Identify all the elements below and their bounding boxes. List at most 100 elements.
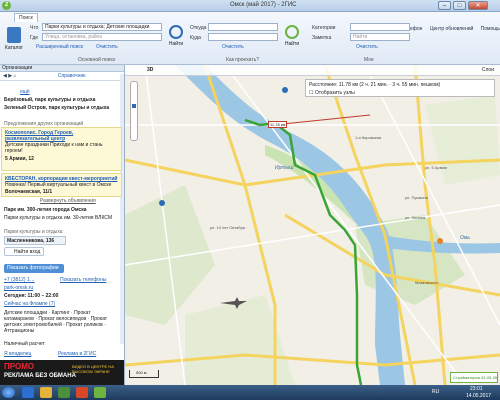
title-bar: 2 Омск (май 2017) - 2ГИС – □ ✕ xyxy=(0,0,500,12)
categories-input[interactable] xyxy=(350,23,410,31)
promo1-address: 5 Армии, 12 xyxy=(5,156,34,162)
back-arrow-icon[interactable]: ◀ ▶ ⌂ xyxy=(3,73,17,79)
panel-toolbar: ◀ ▶ ⌂ Справочник xyxy=(0,72,124,81)
help-link[interactable]: Помощь xyxy=(481,26,500,32)
result-title-1[interactable]: Берёзовый, парк культуры и отдыха xyxy=(4,97,95,103)
find-entrance-label: Найти вход xyxy=(14,249,41,255)
show-nodes-label: Отобразить узлы xyxy=(314,90,355,96)
where-label: Где xyxy=(30,35,39,41)
ad-brand: ПРОМО xyxy=(4,362,35,371)
address-box[interactable]: Масленникова, 136 xyxy=(4,236,66,245)
ruler-label: 11.78 км xyxy=(268,121,288,128)
start-button-icon[interactable] xyxy=(2,387,15,398)
phone-link[interactable]: +7 (3812) 1… xyxy=(4,277,35,283)
find-entrance-button[interactable]: Найти вход xyxy=(4,247,44,256)
map-ad-text: Стройматерия 43-05-35 xyxy=(453,375,498,380)
clear-search-link[interactable]: Очистить xyxy=(96,44,118,50)
directory-link[interactable]: Справочник xyxy=(58,73,86,79)
layers-button[interactable]: Слои xyxy=(482,67,494,73)
expand-ads-link[interactable]: Развернуть объявления xyxy=(40,198,96,204)
find-route-button[interactable]: Найти xyxy=(282,23,302,53)
street-label: 1-я Кировская xyxy=(355,135,382,140)
features-text: Детские площадки · Картинг · Прокат ката… xyxy=(4,310,108,334)
show-nodes-checkbox[interactable]: ☐ Отобразить узлы xyxy=(309,90,355,96)
search-icon xyxy=(169,25,183,39)
catalog-button[interactable]: Каталог xyxy=(3,25,25,61)
language-indicator[interactable]: RU xyxy=(432,389,439,395)
river-label: Омь xyxy=(460,235,470,241)
scale-bar: 500 м xyxy=(129,370,159,378)
ad-banner[interactable]: ПРОМО РЕКЛАМА БЕЗ ОБМАНА ВИДЕО В ЦЕНТРЕ … xyxy=(0,360,124,385)
site-link[interactable]: park-omsk.ru xyxy=(4,285,33,291)
panel-header: Организации xyxy=(0,65,124,72)
maximize-button[interactable]: □ xyxy=(453,1,466,10)
results-panel: Организации ◀ ▶ ⌂ Справочник ещё Берёзов… xyxy=(0,65,125,385)
folder-icon[interactable] xyxy=(40,387,52,398)
map-3d-toggle[interactable]: 3D xyxy=(147,67,153,73)
map-canvas[interactable] xyxy=(125,65,500,385)
group-mine: Мое xyxy=(364,57,374,63)
what-input[interactable]: Парки культуры и отдыха; Детские площадк… xyxy=(42,23,162,31)
promo1-title[interactable]: Космополис. Город Героев, развлекательны… xyxy=(5,130,119,142)
promo2-text: Новинка! Первый виртуальный квест в Омск… xyxy=(5,182,112,188)
zoom-handle[interactable] xyxy=(132,104,136,108)
promo-card-1[interactable]: Космополис. Город Героев, развлекательны… xyxy=(1,127,122,171)
route-icon xyxy=(285,25,299,39)
categories-label: Категории xyxy=(312,25,336,31)
catalog-label: Каталог xyxy=(4,45,24,51)
map-view[interactable]: 3D Слои Расстояние: 11.78 км (2 ч. 21 ми… xyxy=(125,65,500,385)
show-phones-link[interactable]: Показать телефоны xyxy=(60,277,106,283)
card-address: Масленникова, 136 xyxy=(7,238,55,244)
promo-card-2[interactable]: КВЕСТОРАН, корпорация квест-мероприятий … xyxy=(1,173,122,197)
to-label: Куда xyxy=(190,35,201,41)
distance-popup: Расстояние: 11.78 км (2 ч. 21 мин. · 3 ч… xyxy=(305,79,495,97)
show-photos-label: Показать фотографии xyxy=(7,265,59,271)
clear-route-link[interactable]: Очистить xyxy=(222,44,244,50)
advanced-search-link[interactable]: Расширенный поиск xyxy=(36,44,83,50)
group-main-search: Основной поиск xyxy=(78,57,116,63)
find-route-label: Найти xyxy=(284,41,300,47)
minimize-button[interactable]: – xyxy=(438,1,451,10)
app-logo: 2 xyxy=(2,1,11,10)
tab-search[interactable]: Поиск xyxy=(14,13,38,22)
street-label: ул. 5 Армии xyxy=(425,165,447,170)
street-label: ул. Пушкина xyxy=(405,195,428,200)
browser-icon[interactable] xyxy=(76,387,88,398)
update-center-link[interactable]: Центр обновлений xyxy=(430,26,473,32)
group-route: Как проехать? xyxy=(226,57,260,63)
where-input[interactable]: Улица, остановка, район xyxy=(42,33,162,41)
card-title: Парк им. 300-летия города Омска xyxy=(4,207,87,213)
map-ad-badge[interactable]: Стройматерия 43-05-35 xyxy=(450,372,498,383)
distance-text: Расстояние: 11.78 км (2 ч. 21 мин. · 3 ч… xyxy=(309,82,441,88)
to-input[interactable] xyxy=(208,33,278,41)
from-input[interactable] xyxy=(208,23,278,31)
from-label: Откуда xyxy=(190,25,207,31)
result-title-2[interactable]: Зеленый Остров, парк культуры и отдыха xyxy=(4,105,116,111)
zoom-slider[interactable] xyxy=(130,81,138,141)
flamp-link[interactable]: Сейчас на Флампе (7) xyxy=(4,301,55,307)
panel-scrollbar[interactable] xyxy=(120,74,124,344)
catalog-icon xyxy=(7,27,21,43)
owner-link[interactable]: Я владелец xyxy=(4,351,31,357)
clear-notes-link[interactable]: Очистить xyxy=(356,44,378,50)
ribbon-toolbar: Поиск Проявить телефон Центр обновлений … xyxy=(0,12,500,65)
close-button[interactable]: ✕ xyxy=(468,1,488,10)
scale-text: 500 м xyxy=(136,370,147,375)
street-label: Маяковского xyxy=(415,280,439,285)
hours-text: Сегодня: 11:00 – 22:00 xyxy=(4,293,59,299)
card-subtitle: Парки культуры и отдыха им. 30-летия ВЛК… xyxy=(4,215,113,221)
media-icon[interactable] xyxy=(58,387,70,398)
note-input[interactable]: Найти xyxy=(350,33,410,41)
map-toolbar: 3D Слои xyxy=(125,65,500,76)
2gis-taskbar-icon[interactable] xyxy=(94,387,106,398)
promo2-address: Волочаевская, 11/1 xyxy=(5,189,53,195)
more-link[interactable]: ещё xyxy=(20,89,30,95)
show-photos-button[interactable]: Показать фотографии xyxy=(4,264,64,273)
taskbar: RU 23:01 14.05.2017 xyxy=(0,385,500,400)
advert-link[interactable]: Реклама в 2ГИС xyxy=(58,351,96,357)
window-title: Омск (май 2017) - 2ГИС xyxy=(230,2,297,8)
ie-icon[interactable] xyxy=(22,387,34,398)
find-button[interactable]: Найти xyxy=(166,23,186,53)
ad-slogan: РЕКЛАМА БЕЗ ОБМАНА xyxy=(4,373,76,379)
clock-date: 14.05.2017 xyxy=(466,393,492,399)
